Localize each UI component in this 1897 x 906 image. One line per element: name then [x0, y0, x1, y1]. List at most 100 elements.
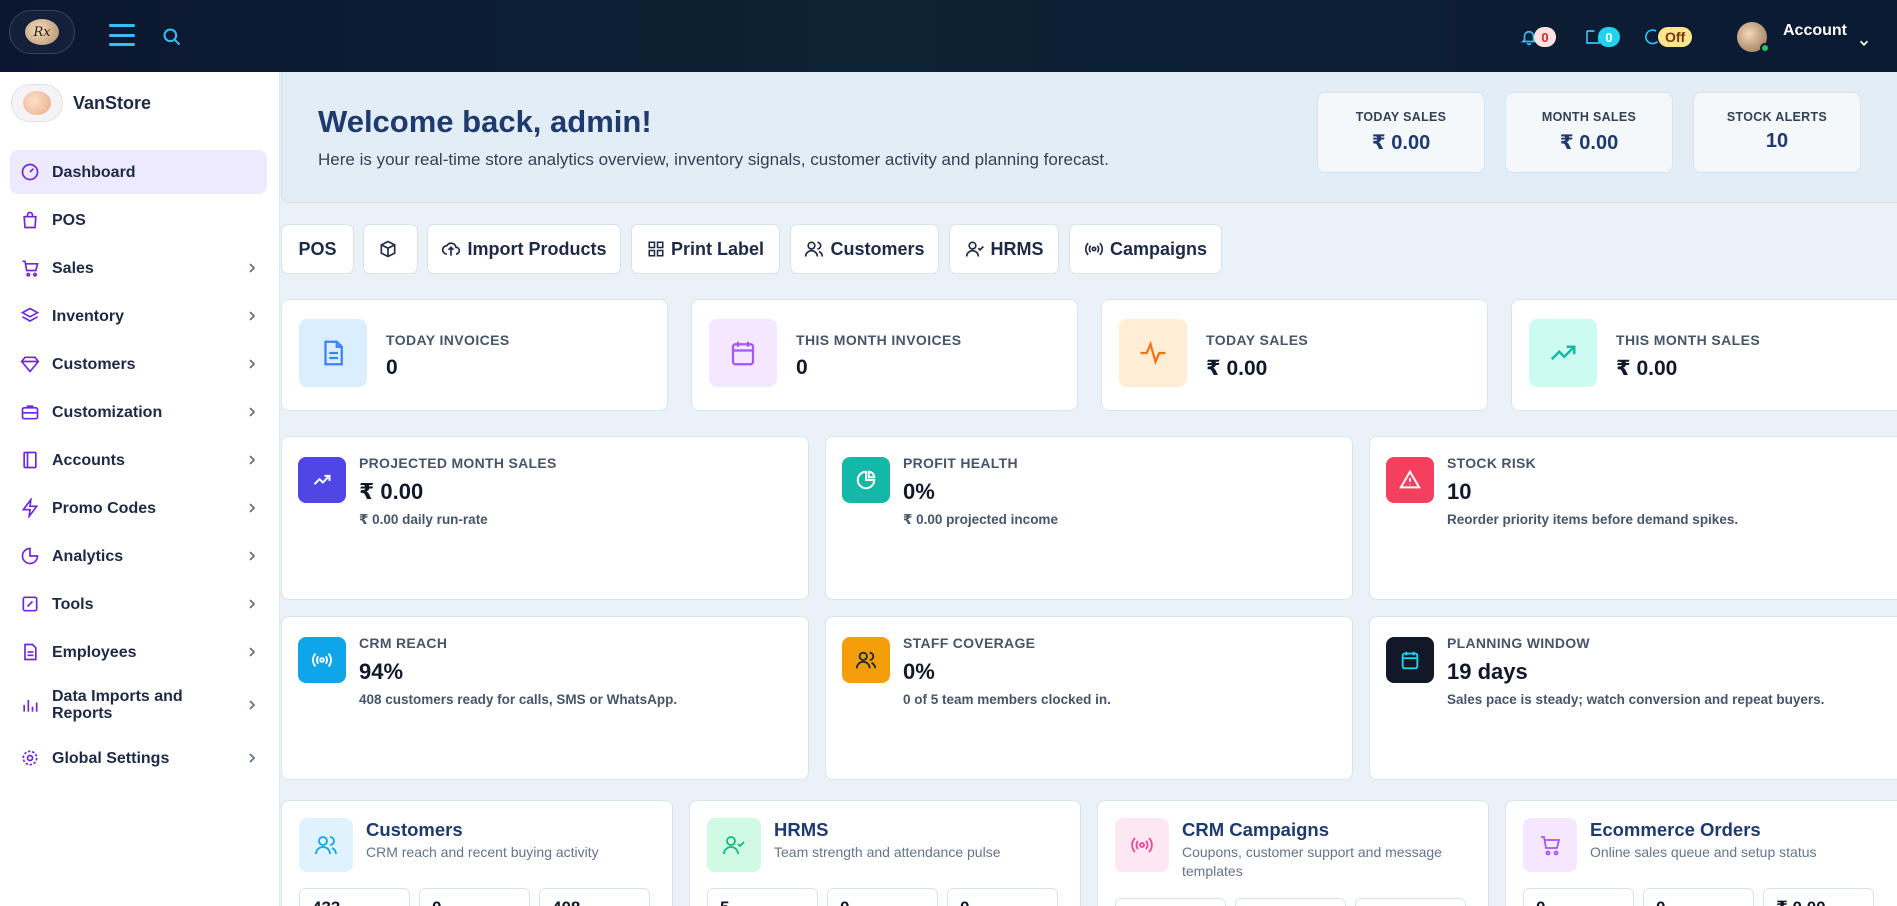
main-content: Welcome back, admin! Here is your real-t… — [281, 72, 1897, 906]
sidebar-item-dashboard[interactable]: Dashboard — [10, 150, 267, 194]
quick-link-customers[interactable]: Customers — [790, 224, 939, 274]
page-subtitle: Here is your real-time store analytics o… — [318, 150, 1109, 169]
users-icon — [315, 836, 337, 855]
insight-label: PROFIT HEALTH — [903, 455, 1018, 471]
panel-stat: 433 — [299, 888, 410, 906]
sidebar-item-accounts[interactable]: Accounts — [10, 438, 267, 482]
sidebar-item-customers[interactable]: Customers — [10, 342, 267, 386]
quick-link-print-label[interactable]: Print Label — [631, 224, 780, 274]
brand[interactable]: VanStore — [11, 84, 151, 122]
calendar-icon — [1401, 651, 1419, 670]
chevron-right-icon — [249, 407, 256, 417]
account-menu[interactable]: Account — [1783, 22, 1847, 40]
sidebar-item-customization[interactable]: Customization — [10, 390, 267, 434]
kpi-icon-box — [299, 319, 367, 387]
sidebar-item-label: Accounts — [52, 451, 125, 469]
kpi-value: ₹ 0.00 — [1206, 357, 1268, 380]
sidebar-item-pos[interactable]: POS — [10, 198, 267, 242]
kpi-label: TODAY SALES — [1206, 332, 1309, 348]
sidebar: VanStore Dashboard POS Sales Inventory C… — [0, 72, 280, 906]
insight-value: ₹ 0.00 — [359, 479, 424, 504]
sidebar-item-analytics[interactable]: Analytics — [10, 534, 267, 578]
diamond-icon — [20, 356, 40, 373]
chevron-right-icon — [249, 647, 256, 657]
panel-title: CRM Campaigns — [1182, 819, 1329, 840]
gauge-icon — [21, 163, 39, 181]
file-icon — [24, 643, 37, 661]
cart-icon — [1541, 836, 1561, 856]
panel-stat: 0 — [419, 888, 530, 906]
panel-title: Ecommerce Orders — [1590, 819, 1761, 840]
briefcase-icon — [21, 405, 39, 420]
insight-label: STOCK RISK — [1447, 455, 1537, 471]
kpi-value: 0 — [386, 356, 398, 379]
panel-title: HRMS — [774, 819, 829, 840]
sidebar-item-sales[interactable]: Sales — [10, 246, 267, 290]
insight-subtext: Reorder priority items before demand spi… — [1447, 512, 1739, 527]
users-icon — [805, 241, 824, 257]
insight-label: PROJECTED MONTH SALES — [359, 455, 557, 471]
sidebar-item-label: Global Settings — [52, 749, 170, 767]
sidebar-item-label: Customization — [52, 403, 163, 421]
insight-icon-box — [298, 457, 346, 503]
kpi-today-invoices[interactable]: TODAY INVOICES 0 — [281, 299, 668, 411]
insight-subtext: ₹ 0.00 daily run-rate — [359, 512, 488, 527]
broadcast-icon — [312, 652, 332, 668]
notifications-button[interactable]: 0 — [1520, 25, 1556, 49]
quick-link-campaigns[interactable]: Campaigns — [1069, 224, 1222, 274]
kpi-value: 0 — [796, 356, 808, 379]
sidebar-item-inventory[interactable]: Inventory — [10, 294, 267, 338]
panel-customers[interactable]: Customers CRM reach and recent buying ac… — [281, 800, 673, 906]
quick-link-hrms[interactable]: HRMS — [949, 224, 1059, 274]
stat-label: STOCK ALERTS — [1726, 110, 1828, 124]
chevron-right-icon — [249, 311, 256, 321]
attendance-status-badge: Off — [1658, 27, 1693, 47]
panel-crm-campaigns[interactable]: CRM Campaigns Coupons, customer support … — [1097, 800, 1489, 906]
insight-value: 0% — [903, 479, 935, 504]
today-sales-stat: TODAY SALES ₹ 0.00 — [1317, 92, 1485, 173]
attendance-toggle[interactable]: Off — [1644, 25, 1693, 49]
panel-stat: 0 — [947, 888, 1058, 906]
chevron-right-icon — [249, 753, 256, 763]
pie-chart-icon — [856, 470, 876, 490]
insight-icon-box — [842, 637, 890, 683]
sidebar-item-data-imports[interactable]: Data Imports and Reports — [10, 678, 267, 732]
panel-stat: 0 — [827, 888, 938, 906]
avatar[interactable] — [1737, 22, 1770, 53]
quick-link-box[interactable] — [363, 224, 418, 274]
document-icon — [324, 340, 343, 366]
sidebar-item-label: Tools — [52, 595, 94, 613]
messages-badge: 0 — [1598, 27, 1620, 47]
chevron-right-icon — [249, 263, 256, 273]
sidebar-item-global-settings[interactable]: Global Settings — [10, 736, 267, 780]
quick-link-label: HRMS — [990, 238, 1044, 259]
sidebar-item-employees[interactable]: Employees — [10, 630, 267, 674]
online-status-dot — [1760, 43, 1770, 53]
sidebar-item-promo-codes[interactable]: Promo Codes — [10, 486, 267, 530]
notifications-badge: 0 — [1534, 27, 1556, 47]
app-logo[interactable]: Rx — [9, 10, 75, 54]
insight-value: 19 days — [1447, 659, 1528, 684]
chevron-right-icon — [249, 503, 256, 513]
chevron-right-icon — [249, 359, 256, 369]
kpi-icon-box — [709, 319, 777, 387]
search-icon[interactable] — [162, 27, 182, 47]
messages-button[interactable]: 0 — [1584, 25, 1620, 49]
quick-link-import-products[interactable]: Import Products — [427, 224, 621, 274]
kpi-icon-box — [1529, 319, 1597, 387]
stat-label: TODAY SALES — [1355, 110, 1447, 124]
panel-stat: 0 — [1523, 888, 1634, 906]
stat-value: ₹ 0.00 — [1559, 132, 1619, 154]
kpi-month-invoices[interactable]: THIS MONTH INVOICES 0 — [691, 299, 1078, 411]
chevron-down-icon[interactable] — [1857, 36, 1871, 50]
panel-ecommerce-orders[interactable]: Ecommerce Orders Online sales queue and … — [1505, 800, 1897, 906]
sidebar-item-tools[interactable]: Tools — [10, 582, 267, 626]
panel-hrms[interactable]: HRMS Team strength and attendance pulse … — [689, 800, 1081, 906]
kpi-today-sales[interactable]: TODAY SALES ₹ 0.00 — [1101, 299, 1488, 411]
kpi-label: THIS MONTH INVOICES — [796, 332, 962, 348]
kpi-month-sales[interactable]: THIS MONTH SALES ₹ 0.00 — [1511, 299, 1897, 411]
month-sales-stat: MONTH SALES ₹ 0.00 — [1505, 92, 1673, 173]
menu-toggle-button[interactable] — [109, 24, 135, 46]
hamburger-icon — [109, 24, 135, 27]
quick-link-pos[interactable]: POS — [281, 224, 354, 274]
